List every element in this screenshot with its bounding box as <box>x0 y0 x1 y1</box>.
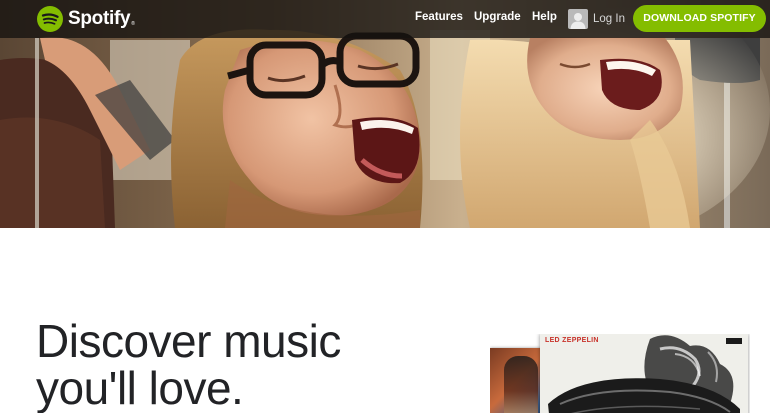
spotify-logo-icon <box>37 6 63 32</box>
nav-link-upgrade[interactable]: Upgrade <box>474 11 521 23</box>
download-spotify-button[interactable]: DOWNLOAD SPOTIFY <box>633 5 766 32</box>
login-label: Log In <box>593 12 625 25</box>
page-headline: Discover music you'll love. <box>36 318 341 412</box>
nav-link-features[interactable]: Features <box>415 11 463 23</box>
album-back-artwork <box>504 356 538 413</box>
album-title: LED ZEPPELIN <box>545 337 599 344</box>
spotify-logo[interactable]: Spotify ® <box>37 5 135 33</box>
headline-line-2: you'll love. <box>36 362 244 413</box>
album-cover-led-zeppelin[interactable]: LED ZEPPELIN <box>540 334 748 413</box>
user-silhouette-icon <box>568 8 588 29</box>
login-link[interactable]: Log In <box>568 8 625 29</box>
album-artwork-stack: LED ZEPPELIN <box>490 334 750 413</box>
nav-link-help[interactable]: Help <box>532 11 557 23</box>
trademark-symbol: ® <box>131 20 135 27</box>
brand-name: Spotify <box>68 8 131 29</box>
zeppelin-artwork <box>540 334 748 413</box>
headline-line-1: Discover music <box>36 315 341 367</box>
top-navigation-bar: Spotify ® Features Upgrade Help Log In D… <box>0 0 770 38</box>
spotify-homepage: Spotify ® Features Upgrade Help Log In D… <box>0 0 770 413</box>
